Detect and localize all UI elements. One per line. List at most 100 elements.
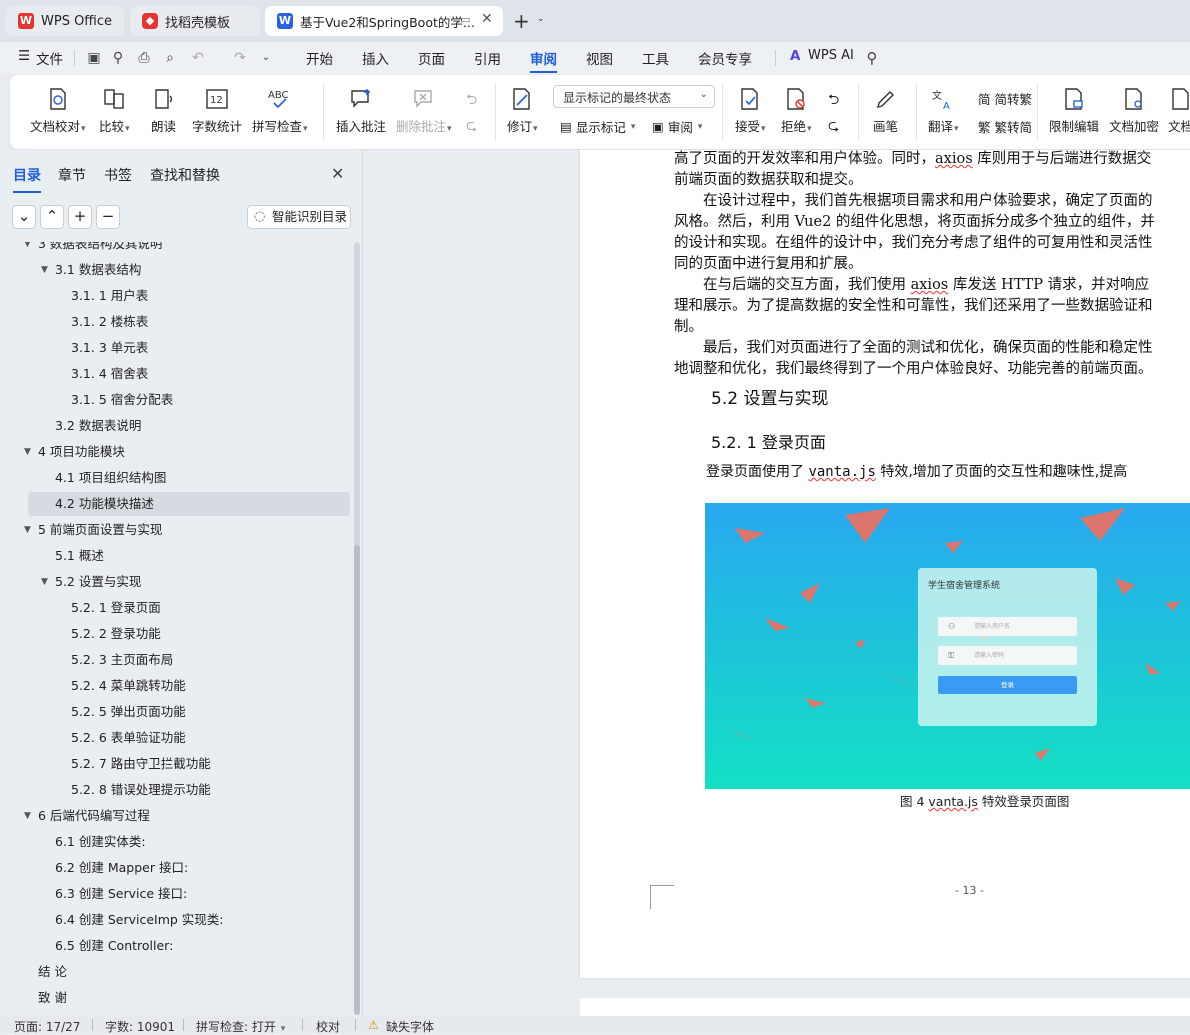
share-icon[interactable]: ⚲: [110, 50, 126, 66]
toc-item[interactable]: ▼3 数据表结构及其说明: [28, 242, 350, 256]
toc-item[interactable]: 结 论: [28, 960, 350, 984]
encrypt-button[interactable]: 文档加密: [1109, 87, 1159, 135]
review-pane-button[interactable]: ▣ 审阅▾: [652, 117, 702, 136]
tab-wps-office[interactable]: W WPS Office: [6, 6, 124, 36]
next-page[interactable]: [580, 998, 1190, 1016]
close-panel-icon[interactable]: ✕: [331, 164, 344, 183]
tab-template[interactable]: ◆ 找稻壳模板: [130, 6, 260, 36]
menu-reference[interactable]: 引用: [474, 48, 501, 68]
document-page[interactable]: 高了页面的开发效率和用户体验。同时，axios 库则用于与后端进行数据交 前端页…: [580, 150, 1190, 978]
translate-button[interactable]: 文A 翻译▾: [928, 87, 959, 135]
insert-comment-button[interactable]: 插入批注: [336, 87, 386, 135]
tab-list-chevron-icon[interactable]: ⌄: [537, 14, 545, 24]
compare-button[interactable]: 比较▾: [99, 87, 130, 135]
close-tab-icon[interactable]: ✕: [481, 11, 493, 27]
panel-tab-find-replace[interactable]: 查找和替换: [150, 165, 220, 185]
print-icon[interactable]: ⎙: [136, 50, 152, 66]
menu-page[interactable]: 页面: [418, 48, 445, 68]
to-simplified-button[interactable]: 繁 繁转简: [978, 117, 1032, 136]
toc-item[interactable]: ▼5.2 设置与实现: [28, 570, 350, 594]
accept-button[interactable]: 接受▾: [735, 87, 766, 135]
save-icon[interactable]: ▣: [86, 50, 102, 66]
toc-item[interactable]: 5.2. 8 错误处理提示功能: [28, 778, 350, 802]
menu-wps-ai[interactable]: WPS AI: [808, 48, 854, 63]
add-heading-button[interactable]: +: [68, 205, 92, 229]
toc-item[interactable]: 5.2. 6 表单验证功能: [28, 726, 350, 750]
ai-toc-button[interactable]: ◌ 智能识别目录: [247, 205, 351, 229]
expand-toggle-icon[interactable]: ▼: [41, 570, 48, 594]
revise-button[interactable]: 修订▾: [507, 87, 538, 135]
expand-toggle-icon[interactable]: ▼: [24, 242, 31, 256]
remove-heading-button[interactable]: −: [96, 205, 120, 229]
status-missing-font[interactable]: 缺失字体: [386, 1018, 434, 1035]
status-word-count[interactable]: 字数: 10901: [105, 1018, 175, 1035]
more-doc-button[interactable]: 文档: [1168, 87, 1190, 135]
status-proof[interactable]: 校对: [316, 1018, 340, 1035]
expand-toggle-icon[interactable]: ▼: [41, 258, 48, 282]
toc-item[interactable]: 5.2. 7 路由守卫拦截功能: [28, 752, 350, 776]
toc-item[interactable]: ▼4 项目功能模块: [28, 440, 350, 464]
track-state-select[interactable]: 显示标记的最终状态 ⌄: [553, 85, 715, 108]
tab-document[interactable]: W 基于Vue2和SpringBoot的学... ▭ ✕: [265, 6, 503, 36]
toc-item[interactable]: 6.5 创建 Controller:: [28, 934, 350, 958]
doc-check-button[interactable]: 文档校对▾: [30, 87, 86, 135]
login-button[interactable]: 登录: [938, 676, 1077, 694]
toc-item[interactable]: 5.2. 1 登录页面: [28, 596, 350, 620]
toc-item[interactable]: 3.1. 1 用户表: [28, 284, 350, 308]
username-input[interactable]: ⚇ 请输入用户名: [938, 617, 1077, 636]
restrict-edit-button[interactable]: 限制编辑: [1049, 87, 1099, 135]
redo-icon[interactable]: ↷: [232, 50, 248, 66]
show-marks-button[interactable]: ▤ 显示标记▾: [560, 117, 635, 136]
toc-item[interactable]: 6.2 创建 Mapper 接口:: [28, 856, 350, 880]
toc-item[interactable]: 6.3 创建 Service 接口:: [28, 882, 350, 906]
menu-review[interactable]: 审阅: [530, 48, 557, 73]
toc-item[interactable]: 致 谢: [28, 986, 350, 1010]
undo-icon[interactable]: ↶: [190, 50, 206, 66]
toc-item[interactable]: 5.2. 4 菜单跳转功能: [28, 674, 350, 698]
pen-button[interactable]: 画笔: [873, 87, 898, 135]
menu-member[interactable]: 会员专享: [698, 48, 752, 68]
search-icon[interactable]: ⚲: [864, 50, 880, 66]
toc-item[interactable]: 4.2 功能模块描述: [28, 492, 350, 516]
toc-item[interactable]: 3.1. 2 楼栋表: [28, 310, 350, 334]
toc-item[interactable]: ▼5 前端页面设置与实现: [28, 518, 350, 542]
menu-file[interactable]: 文件: [36, 48, 63, 68]
hamburger-icon[interactable]: ☰: [18, 48, 30, 64]
reject-button[interactable]: 拒绝▾: [781, 87, 812, 135]
toc-item[interactable]: 3.1. 4 宿舍表: [28, 362, 350, 386]
toc-item[interactable]: 6.1 创建实体类:: [28, 830, 350, 854]
menu-start[interactable]: 开始: [306, 48, 333, 68]
toc-item[interactable]: ▼6 后端代码编写过程: [28, 804, 350, 828]
print-preview-icon[interactable]: ⌕: [162, 50, 178, 66]
password-input[interactable]: ⚿ 请输入密码: [938, 646, 1077, 665]
toc-item[interactable]: 5.1 概述: [28, 544, 350, 568]
expand-toggle-icon[interactable]: ▼: [24, 804, 31, 828]
toc-item[interactable]: 3.1. 5 宿舍分配表: [28, 388, 350, 412]
menu-tools[interactable]: 工具: [642, 48, 669, 68]
toc-item[interactable]: 5.2. 3 主页面布局: [28, 648, 350, 672]
prev-change-icon[interactable]: ⮌: [828, 89, 839, 113]
toc-item[interactable]: 3.2 数据表说明: [28, 414, 350, 438]
toc-item[interactable]: 4.1 项目组织结构图: [28, 466, 350, 490]
read-aloud-button[interactable]: 朗读: [151, 87, 176, 135]
next-change-icon[interactable]: ⮎: [828, 115, 839, 139]
toc-item[interactable]: 5.2. 2 登录功能: [28, 622, 350, 646]
delete-comment-button[interactable]: 删除批注▾: [396, 87, 452, 135]
status-page[interactable]: 页面: 17/27: [14, 1018, 80, 1035]
new-tab-icon[interactable]: +: [513, 9, 530, 33]
login-page-figure[interactable]: 学生宿舍管理系统 ⚇ 请输入用户名 ⚿ 请输入密码 登录: [705, 503, 1190, 789]
spell-check-button[interactable]: ABC 拼写检查▾: [252, 87, 308, 135]
expand-toggle-icon[interactable]: ▼: [24, 518, 31, 542]
move-up-button[interactable]: ⌃: [40, 205, 64, 229]
panel-tab-chapters[interactable]: 章节: [58, 165, 86, 185]
expand-toggle-icon[interactable]: ▼: [24, 440, 31, 464]
menu-view[interactable]: 视图: [586, 48, 613, 68]
next-comment-icon[interactable]: ⮎: [466, 115, 477, 139]
to-traditional-button[interactable]: 简 简转繁: [978, 89, 1032, 108]
panel-tab-bookmarks[interactable]: 书签: [104, 165, 132, 185]
toc-item[interactable]: ▼3.1 数据表结构: [28, 258, 350, 282]
panel-tab-toc[interactable]: 目录: [13, 165, 41, 185]
collapse-down-button[interactable]: ⌄: [12, 205, 36, 229]
toc-scrollbar-thumb[interactable]: [354, 545, 360, 1015]
toc-item[interactable]: 3.1. 3 单元表: [28, 336, 350, 360]
